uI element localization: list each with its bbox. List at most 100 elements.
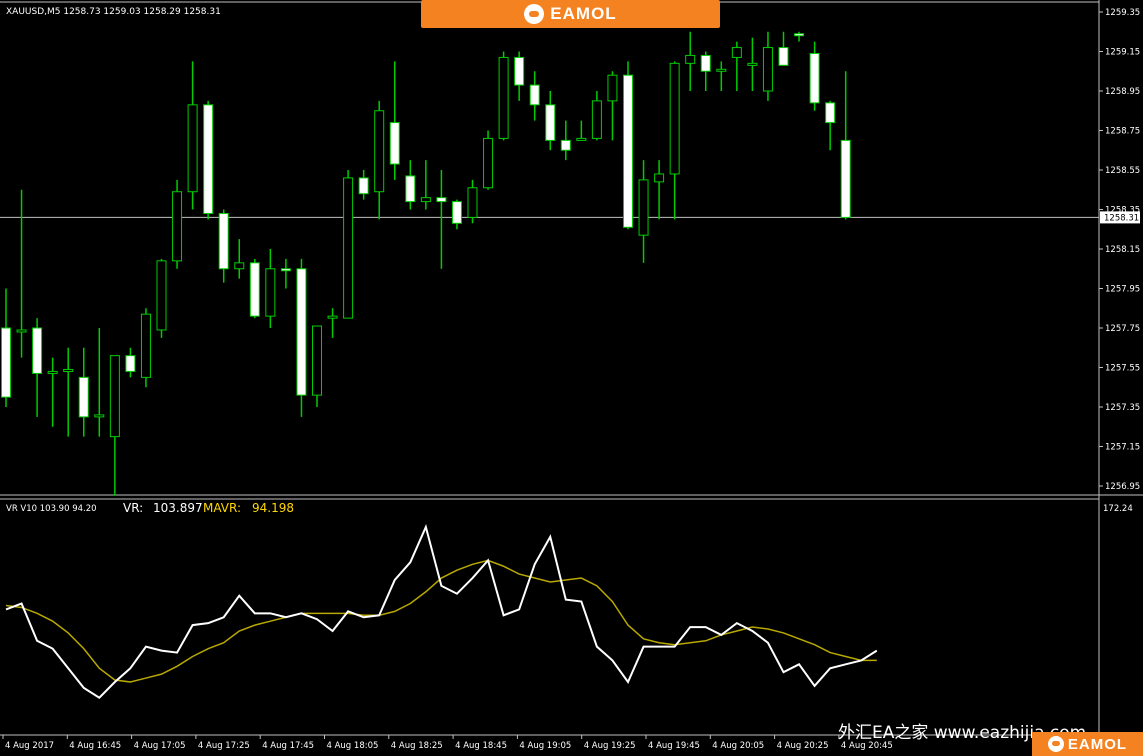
candle	[498, 51, 509, 141]
candle	[47, 357, 58, 427]
candle	[545, 91, 556, 151]
time-tick-label: 4 Aug 18:05	[327, 741, 379, 751]
bull-candle-body	[327, 315, 338, 319]
bull-candle-body	[607, 74, 618, 102]
watermark-logo-icon	[1047, 736, 1064, 752]
bull-candle-body	[265, 268, 276, 317]
bull-candle-body	[762, 47, 773, 92]
price-tick-label: 1257.15	[1105, 443, 1140, 453]
vr-indicator	[5, 523, 878, 699]
candle	[63, 347, 74, 437]
time-tick-label: 4 Aug 17:25	[198, 741, 250, 751]
watermark-brand-text: EAMOL	[1067, 735, 1128, 753]
candle	[343, 170, 354, 319]
candle	[451, 199, 462, 230]
candle	[420, 160, 431, 210]
candle	[467, 179, 478, 224]
panel-frames	[0, 0, 1143, 736]
mavr-label: MAVR:	[203, 501, 241, 515]
candle	[374, 100, 385, 220]
time-tick-label: 4 Aug 18:45	[455, 741, 507, 751]
bull-candle-body	[591, 100, 602, 139]
candle	[436, 170, 447, 269]
bull-candle-body	[63, 368, 74, 372]
time-tick-label: 4 Aug 17:05	[134, 741, 186, 751]
candle	[32, 318, 43, 417]
banner-brand-text: EAMOL	[550, 4, 617, 23]
vr-label: VR:	[123, 501, 143, 515]
bear-candle-body	[451, 201, 462, 224]
candle	[125, 347, 136, 378]
candle	[685, 31, 696, 91]
candle	[187, 61, 198, 210]
candle	[623, 61, 633, 230]
eamol-logo-icon	[524, 4, 545, 24]
bear-candle-body	[218, 212, 229, 270]
candles	[1, 31, 851, 496]
price-tick-label: 1257.95	[1105, 285, 1140, 295]
bull-candle-body	[312, 325, 322, 396]
time-tick-label: 4 Aug 16:45	[69, 741, 121, 751]
current-price-label: 1258.31	[1104, 213, 1139, 223]
bear-candle-body	[436, 197, 447, 203]
candle	[312, 325, 322, 407]
bear-candle-body	[389, 122, 400, 165]
price-tick-label: 1258.15	[1105, 245, 1140, 255]
bear-candle-body	[358, 177, 369, 195]
candle	[16, 189, 27, 358]
candle	[1, 288, 11, 407]
bear-candle-body	[794, 33, 805, 37]
candle	[218, 209, 229, 283]
bear-candle-body	[545, 104, 556, 141]
candle	[156, 258, 167, 338]
time-tick-label: 4 Aug 18:25	[391, 741, 443, 751]
candle	[809, 41, 820, 111]
candle	[327, 308, 338, 338]
candle	[700, 51, 711, 91]
indicator-short-name: VR V10 103.90 94.20	[6, 504, 97, 514]
bear-candle-body	[529, 84, 540, 106]
candle	[654, 160, 665, 220]
bear-candle-body	[514, 56, 525, 86]
bull-candle-body	[156, 260, 167, 331]
watermark-logo: EAMOL	[1032, 732, 1143, 756]
bear-candle-body	[560, 139, 571, 151]
candle	[389, 61, 400, 180]
bull-candle-body	[16, 329, 27, 333]
candle	[483, 130, 494, 190]
price-tick-label: 1257.75	[1105, 324, 1140, 334]
candle	[296, 258, 307, 417]
time-tick-label: 4 Aug 19:05	[519, 741, 571, 751]
price-tick-label: 1258.75	[1105, 127, 1140, 137]
bull-candle-body	[716, 68, 727, 72]
bull-candle-body	[467, 187, 478, 218]
candle	[747, 37, 758, 91]
bull-candle-body	[47, 370, 58, 374]
candle	[794, 31, 805, 42]
candle	[203, 100, 214, 220]
bear-candle-body	[405, 175, 416, 203]
bull-candle-body	[140, 313, 151, 378]
bear-candle-body	[825, 102, 836, 124]
candle	[716, 61, 727, 91]
bull-candle-body	[669, 62, 680, 175]
bear-candle-body	[280, 268, 291, 272]
bear-candle-body	[840, 139, 851, 218]
candle	[825, 100, 836, 151]
candle	[607, 71, 618, 141]
bull-candle-body	[654, 173, 665, 183]
chart-canvas: 1259.35 1259.15 1258.95 1258.75 1258.55 1258.…	[0, 0, 1143, 751]
bear-candle-body	[32, 327, 43, 374]
candle	[234, 239, 245, 279]
bear-candle-body	[809, 52, 820, 104]
price-tick-label: 1259.35	[1105, 8, 1140, 18]
time-tick-label: 4 Aug 20:25	[777, 741, 829, 751]
candle	[172, 179, 183, 269]
candle	[529, 71, 540, 121]
bear-candle-body	[296, 268, 307, 396]
candle	[840, 71, 851, 220]
mavr-value: 94.198	[252, 501, 294, 515]
bull-candle-body	[638, 179, 649, 236]
bull-candle-body	[374, 110, 385, 193]
symbol-ohlc-label: XAUUSD,M5 1258.73 1259.03 1258.29 1258.3…	[6, 7, 221, 17]
